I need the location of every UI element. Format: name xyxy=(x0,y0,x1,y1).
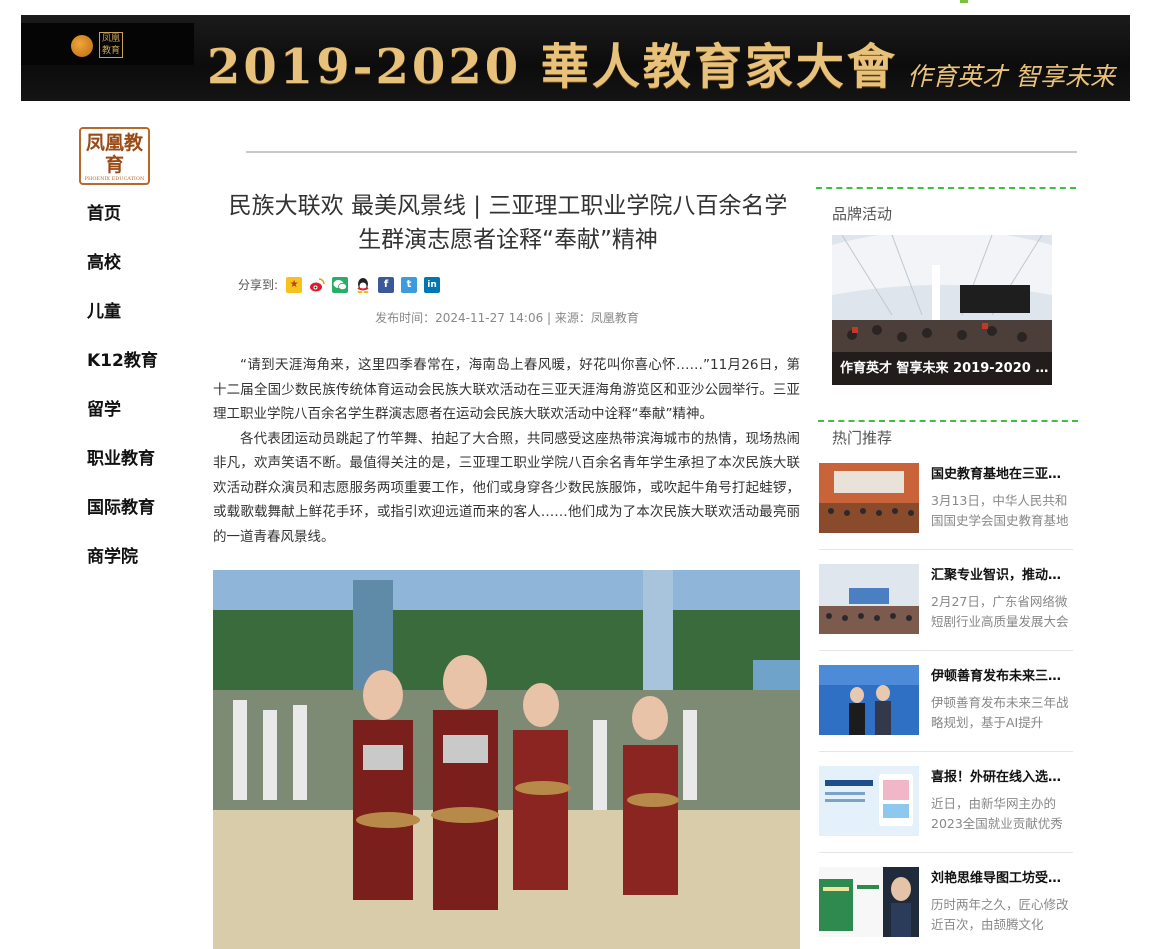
top-accent-line xyxy=(960,0,968,3)
hot-item-summary: 近日，由新华网主办的2023全国就业贡献优秀案例 xyxy=(931,796,1063,831)
hot-item-separator xyxy=(819,852,1073,853)
site-logo[interactable]: 凤凰教育 PHOENIX EDUCATION xyxy=(79,127,150,185)
hot-item-summary: 伊顿善育发布未来三年战略规划，基于AI提升 xyxy=(931,695,1069,730)
article-meta: 发布时间：2024-11-27 14:06 | 来源：凤凰教育 xyxy=(375,311,639,325)
weibo-share-icon[interactable] xyxy=(309,276,326,293)
hot-item-summary: 3月13日，中华人民共和国国史学会国史教育基地揭牌 xyxy=(931,493,1069,528)
hot-item-thumbnail xyxy=(819,867,919,937)
hot-item-headline: 国史教育基地在三亚揭牌 xyxy=(931,467,1073,482)
nav-item-business-school[interactable]: 商学院 xyxy=(87,545,158,594)
hot-item-summary: 历时两年之久，匠心修改近百次，由颉腾文化 xyxy=(931,897,1069,932)
article-title: 民族大联欢 最美风景线 | 三亚理工职业学院八百余名学生群演志愿者诠释“奉献”精… xyxy=(228,193,788,253)
hot-item-summary: 2月27日，广东省网络微短剧行业高质量发展大会 xyxy=(931,594,1069,629)
nav-item-home[interactable]: 首页 xyxy=(87,202,158,251)
article-photo xyxy=(213,570,800,949)
left-nav: 首页 高校 儿童 K12教育 留学 职业教育 国际教育 商学院 xyxy=(87,202,158,594)
phoenix-logo-icon xyxy=(71,35,93,57)
site-logo-text: 凤凰教育 xyxy=(85,132,143,176)
site-logo-subtext: PHOENIX EDUCATION xyxy=(84,176,145,182)
hot-item-separator xyxy=(819,751,1073,752)
qq-share-icon[interactable] xyxy=(355,276,372,293)
brand-event-caption: 作育英才 智享未来 2019-2020 华人教育家大会 xyxy=(832,352,1052,385)
nav-item-vocational[interactable]: 职业教育 xyxy=(87,447,158,496)
article-paragraph: “请到天涯海角来，这里四季春常在，海南岛上春风暖，好花叫你喜心怀……”11月26… xyxy=(213,357,800,422)
top-banner-ad[interactable]: 凤凰教育 2019-2020 華人教育家大會 作育英才 智享未来 xyxy=(21,15,1130,101)
header-divider xyxy=(246,151,1077,153)
banner-headline: 2019-2020 華人教育家大會 xyxy=(207,39,898,95)
hot-item-thumbnail xyxy=(819,564,919,634)
article-paragraph: 各代表团运动员跳起了竹竿舞、拍起了大合照，共同感受这座热带滨海城市的热情，现场热… xyxy=(213,430,800,545)
hot-item-headline: 伊顿善育发布未来三年战略 xyxy=(931,669,1073,684)
nav-item-k12[interactable]: K12教育 xyxy=(87,349,158,398)
hot-item-2[interactable]: 汇聚专业智识，推动行业发展 2月27日，广东省网络微短剧行业高质量发展大会 xyxy=(819,564,1073,666)
hot-section-title: 热门推荐 xyxy=(832,429,893,447)
nav-item-university[interactable]: 高校 xyxy=(87,251,158,300)
brand-section-divider xyxy=(816,187,1076,189)
hot-item-separator xyxy=(819,549,1073,550)
hot-item-headline: 喜报！外研在线入选全国就业 xyxy=(931,770,1073,785)
nav-item-children[interactable]: 儿童 xyxy=(87,300,158,349)
brand-section-title: 品牌活动 xyxy=(832,205,893,223)
nav-item-international[interactable]: 国际教育 xyxy=(87,496,158,545)
hot-section-divider xyxy=(818,420,1078,422)
hot-item-1[interactable]: 国史教育基地在三亚揭牌 3月13日，中华人民共和国国史学会国史教育基地揭牌 xyxy=(819,463,1073,565)
wechat-share-icon[interactable] xyxy=(332,276,349,293)
hot-item-4[interactable]: 喜报！外研在线入选全国就业 近日，由新华网主办的2023全国就业贡献优秀案例 xyxy=(819,766,1073,868)
hot-item-headline: 汇聚专业智识，推动行业发展 xyxy=(931,568,1073,583)
hot-item-separator xyxy=(819,650,1073,651)
qzone-share-icon[interactable]: ★ xyxy=(286,276,303,293)
hot-item-thumbnail xyxy=(819,463,919,533)
twitter-share-icon[interactable]: t xyxy=(401,276,418,293)
share-label: 分享到: xyxy=(238,278,279,292)
hot-item-thumbnail xyxy=(819,766,919,836)
linkedin-share-icon[interactable]: in xyxy=(424,276,441,293)
hot-item-3[interactable]: 伊顿善育发布未来三年战略 伊顿善育发布未来三年战略规划，基于AI提升 xyxy=(819,665,1073,767)
banner-slogan: 作育英才 智享未来 xyxy=(907,62,1115,91)
banner-seal: 凤凰教育 xyxy=(99,32,123,58)
hot-item-headline: 刘艳思维导图工坊受到关注 xyxy=(931,871,1073,886)
brand-event-card[interactable]: 作育英才 智享未来 2019-2020 华人教育家大会 xyxy=(832,235,1052,385)
hot-item-5[interactable]: 刘艳思维导图工坊受到关注 历时两年之久，匠心修改近百次，由颉腾文化 xyxy=(819,867,1073,949)
hot-item-thumbnail xyxy=(819,665,919,735)
article-body: “请到天涯海角来，这里四季春常在，海南岛上春风暖，好花叫你喜心怀……”11月26… xyxy=(213,353,800,549)
nav-item-study-abroad[interactable]: 留学 xyxy=(87,398,158,447)
share-bar: 分享到: ★ f t in xyxy=(238,276,447,293)
facebook-share-icon[interactable]: f xyxy=(378,276,395,293)
